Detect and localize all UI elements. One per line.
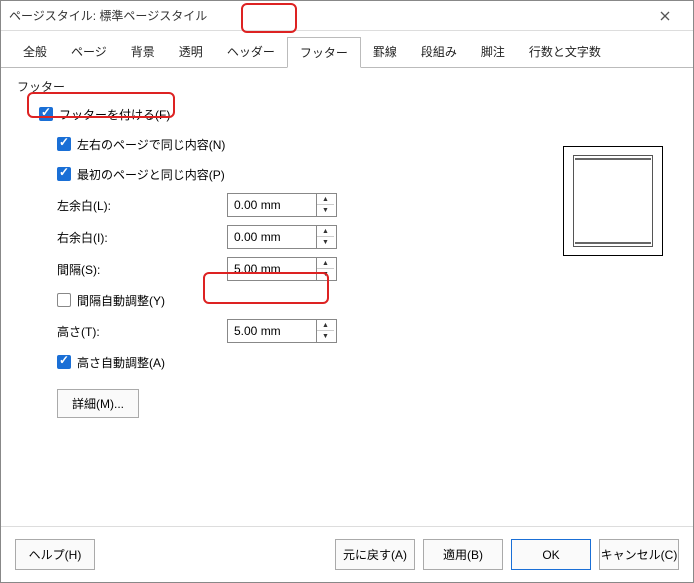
same-lr-checkbox[interactable]: 左右のページで同じ内容(N)	[57, 136, 225, 153]
up-icon[interactable]: ▲	[317, 226, 334, 237]
tab-columns[interactable]: 段組み	[409, 37, 469, 67]
content-area: フッター フッターを付ける(F) 左右のページで同じ内容(N) 最初のページと同…	[1, 68, 693, 428]
margin-left-spinner[interactable]: ▲▼	[227, 193, 337, 217]
height-label: 高さ(T):	[57, 323, 227, 340]
cancel-button[interactable]: キャンセル(C)	[599, 539, 679, 570]
same-lr-input[interactable]	[57, 137, 71, 151]
page-preview-inner	[573, 155, 653, 247]
titlebar: ページスタイル: 標準ページスタイル	[1, 1, 693, 31]
close-icon	[660, 11, 670, 21]
section-title: フッター	[17, 78, 677, 95]
spacing-row: 間隔(S): ▲▼	[57, 255, 677, 283]
tab-footnote[interactable]: 脚注	[469, 37, 517, 67]
height-spinner[interactable]: ▲▼	[227, 319, 337, 343]
tab-transparency[interactable]: 透明	[167, 37, 215, 67]
spacing-auto-checkbox[interactable]: 間隔自動調整(Y)	[57, 292, 165, 309]
tab-footer[interactable]: フッター	[287, 37, 361, 68]
down-icon[interactable]: ▼	[317, 205, 334, 216]
reset-button[interactable]: 元に戻す(A)	[335, 539, 415, 570]
height-auto-row: 高さ自動調整(A)	[57, 349, 677, 375]
enable-footer-checkbox[interactable]: フッターを付ける(F)	[39, 106, 170, 123]
help-button[interactable]: ヘルプ(H)	[15, 539, 95, 570]
margin-right-input[interactable]	[228, 230, 316, 244]
same-first-checkbox[interactable]: 最初のページと同じ内容(P)	[57, 166, 225, 183]
margin-left-input[interactable]	[228, 198, 316, 212]
same-first-input[interactable]	[57, 167, 71, 181]
down-icon[interactable]: ▼	[317, 237, 334, 248]
ok-button[interactable]: OK	[511, 539, 591, 570]
margin-right-label: 右余白(I):	[57, 229, 227, 246]
spacing-auto-input[interactable]	[57, 293, 71, 307]
up-icon[interactable]: ▲	[317, 320, 334, 331]
margin-right-spinner[interactable]: ▲▼	[227, 225, 337, 249]
spacing-auto-row: 間隔自動調整(Y)	[57, 287, 677, 313]
tab-general[interactable]: 全般	[11, 37, 59, 67]
down-icon[interactable]: ▼	[317, 269, 334, 280]
tab-textgrid[interactable]: 行数と文字数	[517, 37, 613, 67]
up-icon[interactable]: ▲	[317, 258, 334, 269]
height-input[interactable]	[228, 324, 316, 338]
spacing-label: 間隔(S):	[57, 261, 227, 278]
close-button[interactable]	[645, 2, 685, 30]
enable-footer-label: フッターを付ける(F)	[59, 106, 170, 123]
detail-button[interactable]: 詳細(M)...	[57, 389, 139, 418]
tab-background[interactable]: 背景	[119, 37, 167, 67]
height-auto-input[interactable]	[57, 355, 71, 369]
up-icon[interactable]: ▲	[317, 194, 334, 205]
tab-bar: 全般 ページ 背景 透明 ヘッダー フッター 罫線 段組み 脚注 行数と文字数	[1, 31, 693, 68]
tab-header[interactable]: ヘッダー	[215, 37, 287, 67]
page-preview	[563, 146, 663, 256]
same-lr-label: 左右のページで同じ内容(N)	[77, 136, 225, 153]
height-row: 高さ(T): ▲▼	[57, 317, 677, 345]
dialog-footer: ヘルプ(H) 元に戻す(A) 適用(B) OK キャンセル(C)	[1, 526, 693, 582]
tab-borders[interactable]: 罫線	[361, 37, 409, 67]
spacing-input[interactable]	[228, 262, 316, 276]
apply-button[interactable]: 適用(B)	[423, 539, 503, 570]
window-title: ページスタイル: 標準ページスタイル	[9, 7, 207, 24]
height-auto-checkbox[interactable]: 高さ自動調整(A)	[57, 354, 165, 371]
enable-footer-row: フッターを付ける(F)	[39, 101, 677, 127]
same-first-label: 最初のページと同じ内容(P)	[77, 166, 225, 183]
spacing-auto-label: 間隔自動調整(Y)	[77, 292, 165, 309]
margin-left-label: 左余白(L):	[57, 197, 227, 214]
spacing-spinner[interactable]: ▲▼	[227, 257, 337, 281]
tab-page[interactable]: ページ	[59, 37, 119, 67]
enable-footer-input[interactable]	[39, 107, 53, 121]
down-icon[interactable]: ▼	[317, 331, 334, 342]
height-auto-label: 高さ自動調整(A)	[77, 354, 165, 371]
